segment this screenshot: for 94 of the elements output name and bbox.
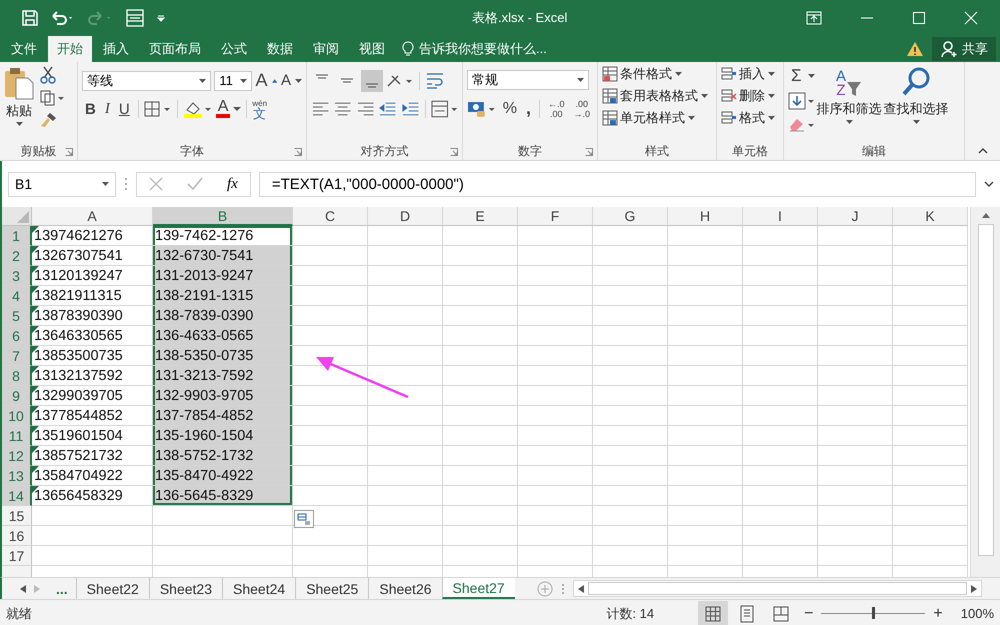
zoom-out-button[interactable]: − xyxy=(800,604,818,622)
tell-me-search[interactable]: 告诉我你想要做什么... xyxy=(419,40,547,58)
table-cell: 137-7854-4852 xyxy=(153,406,293,426)
row-header[interactable]: 15 xyxy=(2,506,32,526)
column-header[interactable]: D xyxy=(368,207,443,226)
more-sheets-button[interactable]: ... xyxy=(48,580,76,596)
row-header[interactable]: 2 xyxy=(2,246,32,266)
count-summary: 计数: 14 xyxy=(606,604,654,622)
table-cell: 138-5350-0735 xyxy=(153,346,293,366)
row-header[interactable]: 9 xyxy=(2,386,32,406)
name-box[interactable]: B1 xyxy=(8,172,116,196)
share-button[interactable]: 共享 xyxy=(932,37,996,61)
insert-function-button[interactable]: fx xyxy=(227,176,238,192)
row-header[interactable]: 12 xyxy=(2,446,32,466)
column-header[interactable]: H xyxy=(668,207,743,226)
table-cell: 138-2191-1315 xyxy=(153,286,293,306)
zoom-in-button[interactable]: + xyxy=(929,604,947,622)
column-header[interactable]: B xyxy=(153,207,293,226)
cells-menu-button[interactable]: 插入 xyxy=(721,64,765,84)
ribbon-tab[interactable]: 公式 xyxy=(212,36,256,62)
row-header[interactable]: 11 xyxy=(2,426,32,446)
table-cell: 131-3213-7592 xyxy=(153,366,293,386)
row-header[interactable]: 7 xyxy=(2,346,32,366)
table-cell: 132-6730-7541 xyxy=(153,246,293,266)
sheet-tab[interactable]: Sheet27 xyxy=(442,578,515,599)
row-header[interactable]: 17 xyxy=(2,546,32,566)
cells-menu-button[interactable]: 删除 xyxy=(721,86,765,106)
ribbon-tab[interactable]: 页面布局 xyxy=(140,36,210,62)
comma-button[interactable]: , xyxy=(522,98,534,119)
font-color-button[interactable]: A xyxy=(216,100,230,118)
table-cell: 132-9903-9705 xyxy=(153,386,293,406)
italic-button[interactable]: I xyxy=(102,100,113,118)
ribbon-tab[interactable]: 开始 xyxy=(48,36,92,62)
number-format-dropdown[interactable]: 常规 xyxy=(467,70,589,90)
row-header[interactable]: 8 xyxy=(2,366,32,386)
window-title: 表格.xlsx - Excel xyxy=(471,9,568,27)
column-header[interactable]: C xyxy=(293,207,368,226)
column-header[interactable]: G xyxy=(593,207,668,226)
ribbon-tab[interactable]: 插入 xyxy=(94,36,138,62)
table-cell: 131-2013-9247 xyxy=(153,266,293,286)
table-cell: 138-7839-0390 xyxy=(153,306,293,326)
table-cell: 139-7462-1276 xyxy=(153,226,293,246)
group-label: 编辑 xyxy=(862,142,886,160)
percent-button[interactable]: % xyxy=(500,100,520,118)
table-cell: 136-4633-0565 xyxy=(153,326,293,346)
font-name-dropdown[interactable]: 等线 xyxy=(82,70,212,90)
shrink-font-button[interactable]: A xyxy=(280,72,292,89)
font-size-dropdown[interactable]: 11 xyxy=(214,70,252,90)
formula-field[interactable]: =TEXT(A1,"000-0000-0000") xyxy=(258,172,976,196)
cells-menu-button[interactable]: 格式 xyxy=(721,108,765,128)
row-header[interactable]: 4 xyxy=(2,286,32,306)
status-text: 就绪 xyxy=(6,604,32,622)
autosum-button[interactable]: Σ xyxy=(788,66,805,86)
row-header[interactable]: 3 xyxy=(2,266,32,286)
row-header[interactable]: 16 xyxy=(2,526,32,546)
row-header[interactable]: 1 xyxy=(2,226,32,246)
row-header[interactable]: 6 xyxy=(2,326,32,346)
table-cell: 138-5752-1732 xyxy=(153,446,293,466)
column-header[interactable]: I xyxy=(743,207,818,226)
group-label: 字体 xyxy=(180,142,204,160)
sort-filter-button[interactable]: A Z 排序和筛选 xyxy=(816,66,882,138)
bold-button[interactable]: B xyxy=(82,100,99,118)
column-header[interactable]: F xyxy=(518,207,593,226)
styles-menu-button[interactable]: 条件格式 xyxy=(602,64,672,84)
ribbon-tab[interactable]: 视图 xyxy=(350,36,394,62)
ribbon-tab[interactable]: 数据 xyxy=(258,36,302,62)
increase-decimal-button[interactable]: ←.0 .00 xyxy=(544,98,568,118)
column-header[interactable]: A xyxy=(32,207,153,226)
group-label: 样式 xyxy=(645,142,669,160)
styles-menu-button[interactable]: 单元格样式 xyxy=(602,108,685,128)
group-label: 单元格 xyxy=(732,142,768,160)
column-header[interactable]: K xyxy=(893,207,968,226)
column-header[interactable]: E xyxy=(443,207,518,226)
table-cell: 135-1960-1504 xyxy=(153,426,293,446)
table-cell: 136-5645-8329 xyxy=(153,486,293,506)
grow-font-button[interactable]: A xyxy=(254,70,269,91)
ribbon-tab[interactable]: 审阅 xyxy=(304,36,348,62)
group-label: 数字 xyxy=(518,142,542,160)
zoom-level[interactable]: 100% xyxy=(960,606,994,621)
underline-button[interactable]: U xyxy=(116,100,133,118)
row-header[interactable]: 14 xyxy=(2,486,32,506)
table-cell: 135-8470-4922 xyxy=(153,466,293,486)
styles-menu-button[interactable]: 套用表格格式 xyxy=(602,86,698,106)
row-header[interactable]: 13 xyxy=(2,466,32,486)
ribbon-tab[interactable]: 文件 xyxy=(2,36,46,62)
row-header[interactable]: 10 xyxy=(2,406,32,426)
row-header[interactable]: 5 xyxy=(2,306,32,326)
decrease-decimal-button[interactable]: .00 →.0 xyxy=(570,98,593,118)
group-label: 剪贴板 xyxy=(20,142,56,160)
group-label: 对齐方式 xyxy=(360,142,408,160)
column-header[interactable]: J xyxy=(818,207,893,226)
phonetic-guide-button[interactable]: wén 文 xyxy=(252,99,268,119)
find-select-button[interactable]: 查找和选择 xyxy=(884,66,949,138)
paste-button[interactable]: 粘贴 xyxy=(4,66,34,138)
